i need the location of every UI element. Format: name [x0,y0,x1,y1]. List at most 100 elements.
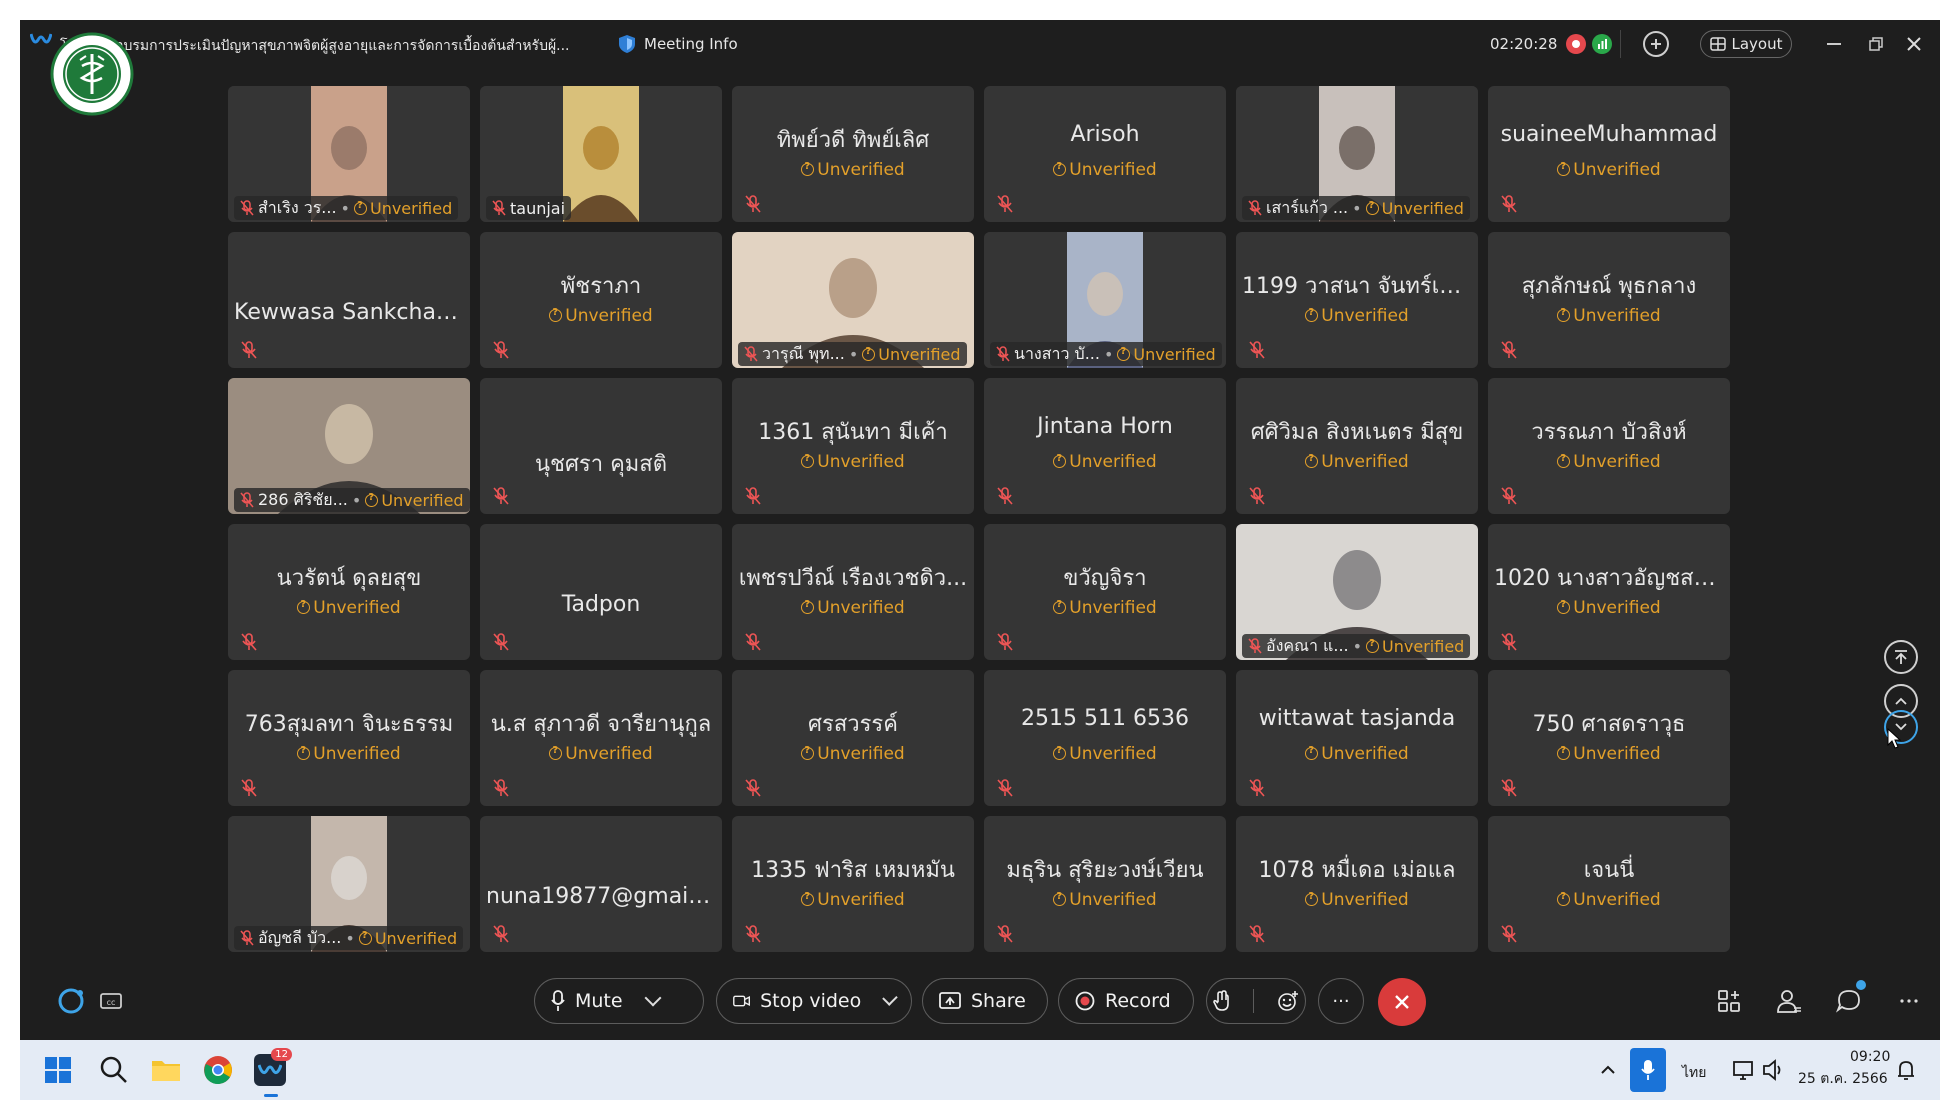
participant-tile[interactable]: 1078 หมื่เดอ เม่อแล Unverified [1236,816,1478,952]
participant-tile[interactable]: พัชราภา Unverified [480,232,722,368]
more-options-label: ··· [1332,990,1350,1012]
participant-tile[interactable]: 750 ศาสดราวุธ Unverified [1488,670,1730,806]
unverified-icon [1557,891,1571,906]
participant-video-label: taunjai [486,196,572,220]
participant-tile[interactable]: ทิพย์วดี ทิพย์เลิศ Unverified [732,86,974,222]
verification-status: Unverified [1488,890,1730,910]
verification-status: Unverified [1488,598,1730,618]
participant-tile[interactable]: มธุริน สุริยะวงษ์เวียน Unverified [984,816,1226,952]
chat-icon[interactable] [1834,986,1864,1016]
participant-tile[interactable]: Arisoh Unverified [984,86,1226,222]
search-icon[interactable] [98,1054,130,1086]
verification-status: Unverified [358,929,457,948]
participant-tile[interactable]: 286 ศิริชัย...• Unverified [228,378,470,514]
separator-dot: • [1352,198,1362,218]
mute-button[interactable]: Mute [534,978,704,1024]
participant-tile[interactable]: 2515 511 6536 Unverified [984,670,1226,806]
participant-tile[interactable]: 1361 สุนันทา มีเค้า Unverified [732,378,974,514]
participant-tile[interactable]: อังคณา แ...• Unverified [1236,524,1478,660]
participant-name: สำเริง วร... [258,197,337,217]
chrome-icon[interactable] [202,1054,234,1086]
webex-taskbar-icon[interactable]: 12 [254,1048,292,1086]
chevron-up-icon[interactable] [1592,1054,1624,1086]
chevron-down-icon[interactable] [644,989,662,1007]
verification-status: Unverified [732,160,974,180]
muted-microphone-icon [241,341,257,359]
participant-tile[interactable]: Jintana Horn Unverified [984,378,1226,514]
closed-captions-icon[interactable]: cc [96,986,126,1016]
scroll-to-top-button[interactable] [1884,640,1918,674]
verification-status: Unverified [228,744,470,764]
network-icon[interactable] [1728,1054,1760,1086]
participant-tile[interactable]: taunjai [480,86,722,222]
participant-tile[interactable]: เจนนี่ Unverified [1488,816,1730,952]
end-call-button[interactable] [1378,978,1426,1026]
participant-tile[interactable]: wittawat tasjanda Unverified [1236,670,1478,806]
participant-tile[interactable]: Tadpon [480,524,722,660]
participant-tile[interactable]: ศรสวรรค์ Unverified [732,670,974,806]
participant-tile[interactable]: นวรัตน์ ดุลยสุข Unverified [228,524,470,660]
minimize-button[interactable] [1816,30,1852,58]
participant-tile[interactable]: สำเริง วร...• Unverified [228,86,470,222]
participant-tile[interactable]: ศศิวิมล สิงหเนตร มีสุข Unverified [1236,378,1478,514]
file-explorer-icon[interactable] [150,1054,182,1086]
participant-tile[interactable]: 763สุมลทา จินะธรรม Unverified [228,670,470,806]
meeting-info-button[interactable]: Meeting Info [618,33,738,55]
participant-tile[interactable]: นุชศรา คุมสติ [480,378,722,514]
participant-tile[interactable]: nuna19877@gmail.... [480,816,722,952]
recording-indicator-icon[interactable] [1566,34,1586,54]
windows-start-icon[interactable] [42,1054,74,1086]
participant-name: น.ส สุภาวดี จารียานุกูล [490,712,712,737]
more-horizontal-icon[interactable] [1894,986,1924,1016]
participant-name: ทิพย์วดี ทิพย์เลิศ [776,128,930,153]
network-health-icon[interactable] [1592,34,1612,54]
participant-tile[interactable]: ขวัญจิรา Unverified [984,524,1226,660]
verification-status: Unverified [1488,452,1730,472]
more-options-button[interactable]: ··· [1318,978,1364,1024]
participants-icon[interactable] [1774,986,1804,1016]
verification-status-label: Unverified [817,890,905,910]
participant-tile[interactable]: 1020 นางสาวอัญชสา... Unverified [1488,524,1730,660]
unverified-icon [297,745,311,760]
apps-icon[interactable] [1714,986,1744,1016]
close-button[interactable] [1896,30,1932,58]
participant-tile[interactable]: เสาร์แก้ว ...• Unverified [1236,86,1478,222]
clock-date[interactable]: 25 ต.ค. 2566 [1798,1068,1888,1090]
verification-status-label: Unverified [1573,160,1661,180]
ai-assistant-icon[interactable] [56,986,86,1016]
participant-tile[interactable]: นางสาว บั...• Unverified [984,232,1226,368]
participant-tile[interactable]: อัญชลี บัว...• Unverified [228,816,470,952]
share-button[interactable]: Share [922,978,1048,1024]
minimize-icon [1827,43,1841,45]
participant-tile[interactable]: น.ส สุภาวดี จารียานุกูล Unverified [480,670,722,806]
notification-bell-icon[interactable] [1890,1054,1922,1086]
participant-tile[interactable]: วารุณี พุท...• Unverified [732,232,974,368]
stop-video-button[interactable]: Stop video [716,978,912,1024]
verification-status: Unverified [1366,637,1464,656]
participant-tile[interactable]: Kewwasa Sankchatt... [228,232,470,368]
meeting-title: โครงการอบรมการประเมินปัญหาสุขภาพจิตผู้สู… [60,38,570,54]
raise-hand-icon[interactable] [1213,990,1231,1012]
muted-microphone-icon [997,195,1013,213]
chevron-down-icon[interactable] [882,990,898,1006]
participant-tile[interactable]: เพชรปวีณ์ เรืองเวชดิว... Unverified [732,524,974,660]
emoji-reaction-icon[interactable] [1277,990,1299,1012]
verification-status-label: Unverified [817,452,905,472]
restore-button[interactable] [1858,30,1894,58]
muted-microphone-icon [492,200,506,216]
participant-name: nuna19877@gmail.... [486,884,716,909]
input-language[interactable]: ไทย [1682,1062,1706,1084]
participant-tile[interactable]: สุภลักษณ์ พุธกลาง Unverified [1488,232,1730,368]
participant-name: 1335 ฟาริส เหมหมัน [751,858,955,883]
participant-tile[interactable]: 1199 วาสนา จันทร์เม... Unverified [1236,232,1478,368]
participant-tile[interactable]: 1335 ฟาริส เหมหมัน Unverified [732,816,974,952]
participant-tile[interactable]: วรรณภา บัวสิงห์ Unverified [1488,378,1730,514]
microphone-in-use-button[interactable] [1630,1048,1666,1092]
record-button[interactable]: Record [1058,978,1194,1024]
clock-time[interactable]: 09:20 [1850,1049,1890,1065]
layout-button[interactable]: Layout [1700,30,1792,58]
chat-notification-badge [1856,980,1866,990]
zoom-icon[interactable] [1643,31,1669,57]
participant-tile[interactable]: suaineeMuhammad Unverified [1488,86,1730,222]
volume-icon[interactable] [1758,1054,1790,1086]
